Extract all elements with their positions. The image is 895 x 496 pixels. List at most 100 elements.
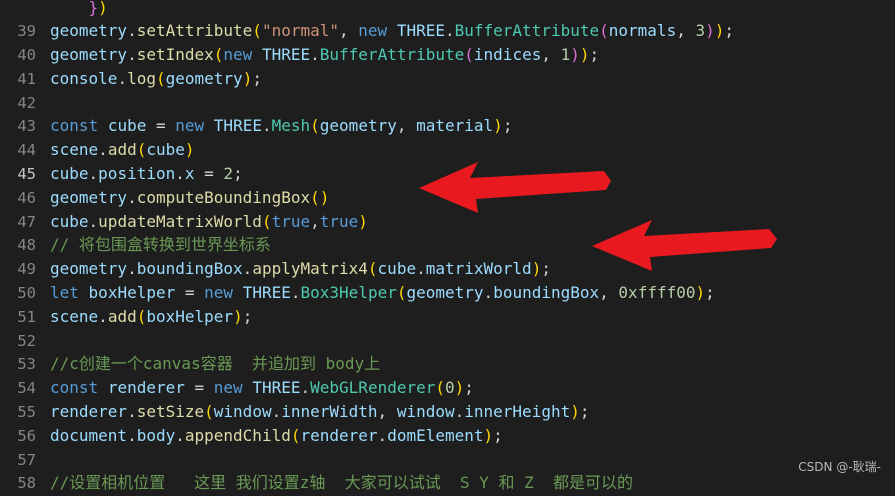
- code-line[interactable]: 43 const cube = new THREE.Mesh(geometry, …: [0, 114, 895, 138]
- code-token: position: [98, 164, 176, 184]
- code-line[interactable]: 52: [0, 329, 895, 353]
- code-token: cube: [107, 116, 147, 136]
- code-token: .: [444, 21, 455, 41]
- code-token: document: [50, 425, 128, 445]
- code-token: let: [50, 283, 79, 303]
- code-line[interactable]: 47 cube.updateMatrixWorld(true,true): [0, 210, 895, 234]
- code-line[interactable]: 49 geometry.boundingBox.applyMatrix4(cube…: [0, 257, 895, 281]
- code-token: ): [714, 21, 725, 41]
- line-number: 52: [17, 331, 36, 350]
- code-token: .: [300, 378, 311, 398]
- code-line[interactable]: 44 scene.add(cube): [0, 138, 895, 162]
- code-token: cube: [146, 140, 185, 160]
- code-token: add: [107, 140, 137, 160]
- code-token: 2: [223, 164, 234, 184]
- code-line[interactable]: 45 cube.position.x = 2;: [0, 162, 895, 186]
- code-line[interactable]: 48 // 将包围盒转换到世界坐标系: [0, 233, 895, 257]
- code-token: ;: [252, 68, 262, 88]
- code-line[interactable]: 46 geometry.computeBoundingBox(): [0, 186, 895, 210]
- code-token: .: [88, 164, 99, 184]
- code-token: THREE: [242, 283, 291, 303]
- code-text: geometry.computeBoundingBox(): [50, 188, 329, 207]
- code-token: .: [290, 283, 301, 303]
- code-line[interactable]: 57: [0, 448, 895, 472]
- code-text: geometry.setIndex(new THREE.BufferAttrib…: [50, 45, 599, 64]
- code-token: .: [127, 21, 137, 41]
- line-number: 57: [17, 450, 36, 469]
- code-token: .: [127, 187, 137, 207]
- code-token: geometry: [319, 116, 397, 136]
- code-line[interactable]: 40 geometry.setIndex(new THREE.BufferAttr…: [0, 43, 895, 67]
- code-text: let boxHelper = new THREE.Box3Helper(geo…: [50, 283, 715, 302]
- code-token: ): [695, 283, 706, 303]
- code-token: THREE: [261, 45, 311, 65]
- code-line[interactable]: 51 scene.add(boxHelper);: [0, 305, 895, 329]
- code-token: =: [194, 164, 224, 184]
- code-line[interactable]: 41 console.log(geometry);: [0, 67, 895, 91]
- code-token: boxHelper: [88, 283, 176, 303]
- code-token: true: [271, 211, 311, 231]
- code-token: }: [88, 0, 99, 17]
- code-line[interactable]: 58//设置相机位置 这里 我们设置z轴 大家可以试试 S Y 和 Z 都是可以…: [0, 471, 895, 495]
- code-token: ,: [676, 21, 696, 41]
- code-token: //c创建一个canvas容器 并追加到 body上: [50, 354, 381, 374]
- code-token: Box3Helper: [300, 283, 397, 303]
- line-number: 51: [17, 307, 36, 326]
- code-token: updateMatrixWorld: [98, 211, 262, 231]
- code-token: =: [175, 283, 205, 303]
- line-number: 42: [17, 93, 36, 112]
- code-token: ;: [233, 164, 243, 184]
- code-line[interactable]: 42: [0, 91, 895, 115]
- code-text: //c创建一个canvas容器 并追加到 body上: [50, 354, 380, 373]
- code-token: (: [435, 378, 446, 398]
- code-line[interactable]: 54 const renderer = new THREE.WebGLRender…: [0, 376, 895, 400]
- code-token: appendChild: [184, 425, 291, 445]
- code-line[interactable]: }): [0, 0, 895, 19]
- code-token: ;: [502, 116, 513, 136]
- code-editor[interactable]: }) 39 geometry.setAttribute("normal", new …: [0, 0, 895, 495]
- code-text: }): [50, 0, 108, 17]
- code-token: new: [204, 283, 234, 303]
- code-text: cube.position.x = 2;: [50, 164, 243, 183]
- code-token: .: [483, 283, 494, 303]
- code-token: (: [599, 21, 609, 41]
- code-token: ): [705, 21, 715, 41]
- code-token: indices: [473, 45, 542, 65]
- code-token: ;: [724, 21, 735, 41]
- code-token: window: [396, 402, 455, 422]
- code-line[interactable]: 53 //c创建一个canvas容器 并追加到 body上: [0, 352, 895, 376]
- line-number: 58: [17, 474, 36, 493]
- code-token: renderer: [300, 425, 378, 445]
- code-token: ): [493, 116, 503, 136]
- code-token: =: [146, 116, 176, 136]
- code-token: BufferAttribute: [454, 21, 600, 41]
- code-token: const: [50, 116, 99, 136]
- code-token: THREE: [252, 378, 301, 398]
- code-token: log: [127, 68, 156, 88]
- code-token: scene: [50, 140, 99, 160]
- code-token: geometry: [50, 187, 128, 207]
- code-line[interactable]: 55 renderer.setSize(window.innerWidth, wi…: [0, 400, 895, 424]
- code-line[interactable]: 50 let boxHelper = new THREE.Box3Helper(g…: [0, 281, 895, 305]
- code-token: ;: [579, 402, 590, 422]
- code-text: geometry.setAttribute("normal", new THRE…: [50, 21, 734, 40]
- code-token: 0xffff00: [618, 283, 696, 303]
- line-number: 55: [17, 403, 36, 422]
- code-line[interactable]: 56 document.body.appendChild(renderer.dom…: [0, 424, 895, 448]
- code-token: ): [233, 306, 243, 326]
- code-line[interactable]: 39 geometry.setAttribute("normal", new TH…: [0, 19, 895, 43]
- line-number: 43: [17, 117, 36, 136]
- line-number: 48: [17, 236, 36, 255]
- code-token: true: [319, 211, 359, 231]
- code-token: boxHelper: [146, 306, 234, 326]
- code-text: cube.updateMatrixWorld(true,true): [50, 212, 368, 231]
- code-token: ;: [493, 425, 503, 445]
- code-token: new: [223, 45, 253, 65]
- code-token: innerHeight: [464, 402, 571, 422]
- code-token: geometry: [165, 68, 243, 88]
